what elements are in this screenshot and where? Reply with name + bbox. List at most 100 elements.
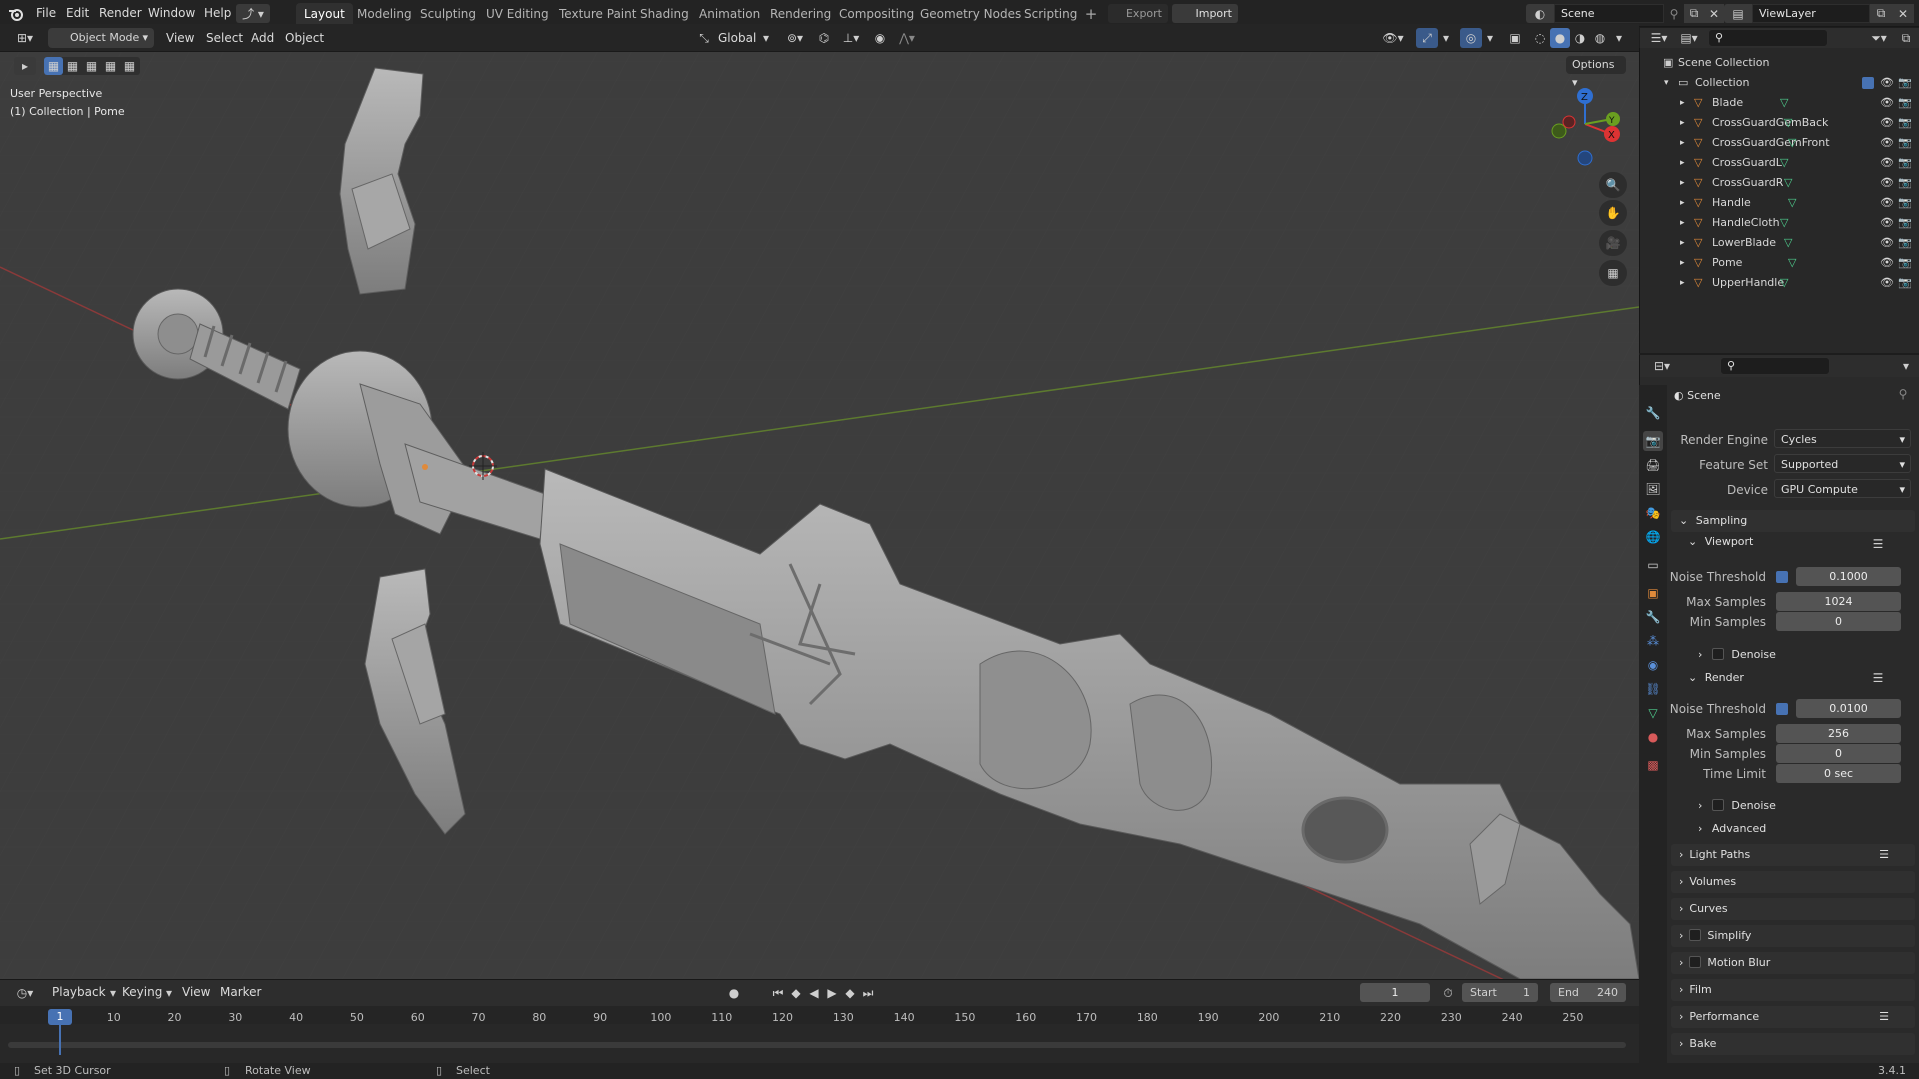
export-button[interactable]: Export — [1108, 4, 1168, 23]
tab-shading[interactable]: Shading — [632, 3, 697, 25]
timeline-menu-marker[interactable]: Marker — [214, 983, 267, 1002]
overlays-toggle-icon[interactable]: ◎ — [1460, 28, 1482, 48]
vp-menu-add[interactable]: Add — [245, 29, 280, 48]
pivot-point-icon[interactable]: ⊚▾ — [780, 28, 810, 48]
tree-row-object[interactable]: ▸ ▽ Blade ▽ 👁 📷 — [1640, 93, 1919, 113]
properties-editor-icon[interactable]: ⊟▾ — [1648, 357, 1676, 375]
select-extend-icon[interactable]: ▦ — [63, 57, 82, 75]
subpanel-viewport[interactable]: ⌄ Viewport — [1688, 535, 1753, 548]
new-scene-icon[interactable]: ⧉ — [1684, 4, 1704, 23]
timeline-editor-icon[interactable]: ◷▾ — [10, 983, 40, 1003]
tool-settings-icon[interactable]: ▸ — [14, 57, 36, 75]
camera-icon[interactable]: 📷 — [1898, 193, 1912, 213]
tab-uv-editing[interactable]: UV Editing — [478, 3, 557, 25]
jump-start-icon[interactable]: ⏮ — [770, 983, 786, 1003]
chevron-right-icon[interactable]: ▸ — [1680, 273, 1685, 293]
render-engine-dropdown[interactable]: Cycles ▾ — [1774, 429, 1911, 448]
render-noise-threshold-checkbox[interactable] — [1776, 703, 1788, 715]
visibility-icon[interactable]: 👁▾ — [1378, 28, 1408, 48]
start-frame-field[interactable]: Start 1 — [1462, 983, 1538, 1002]
panel-collapsed[interactable]: › Performance ☰ — [1671, 1006, 1915, 1028]
select-invert-icon[interactable]: ▦ — [101, 57, 120, 75]
chevron-down-icon[interactable]: ▾ — [1484, 28, 1496, 48]
scene-name-field[interactable]: Scene — [1554, 4, 1664, 23]
view-layer-icon[interactable]: ▤ — [1724, 4, 1752, 23]
render-min-samples-field[interactable]: 0 — [1776, 744, 1901, 763]
presets-list-icon[interactable]: ☰ — [1879, 844, 1889, 866]
playhead-frame-indicator[interactable]: 1 — [48, 1009, 72, 1025]
mesh-data-icon[interactable]: ▽ — [1788, 133, 1796, 153]
xray-toggle-icon[interactable]: ▣ — [1504, 28, 1526, 48]
panel-collapsed[interactable]: › Bake — [1671, 1033, 1915, 1055]
delete-view-layer-icon[interactable]: ✕ — [1892, 4, 1914, 23]
wireframe-shading-icon[interactable]: ◌ — [1530, 28, 1550, 48]
collection-exclude-checkbox[interactable] — [1862, 77, 1874, 89]
transform-orientation-icon[interactable]: ⤡ — [694, 28, 714, 48]
viewport-noise-threshold-checkbox[interactable] — [1776, 571, 1788, 583]
chevron-right-icon[interactable]: ▸ — [1680, 153, 1685, 173]
material-shading-icon[interactable]: ◑ — [1570, 28, 1590, 48]
menu-file[interactable]: File — [30, 4, 62, 23]
tab-animation[interactable]: Animation — [691, 3, 768, 25]
new-view-layer-icon[interactable]: ⧉ — [1870, 4, 1892, 23]
tree-row-object[interactable]: ▸ ▽ UpperHandle ▽ 👁 📷 — [1640, 273, 1919, 293]
editor-type-icon[interactable]: ⊞▾ — [10, 28, 40, 48]
solid-shading-icon[interactable]: ● — [1550, 28, 1570, 48]
timeline-scrollbar[interactable] — [8, 1042, 1626, 1048]
view-layer-field[interactable]: ViewLayer — [1752, 4, 1870, 23]
tree-row-object[interactable]: ▸ ▽ CrossGuardGemFront ▽ 👁 📷 — [1640, 133, 1919, 153]
vp-menu-select[interactable]: Select — [200, 29, 249, 48]
hand-icon[interactable]: ✋ — [1599, 200, 1627, 226]
play-icon[interactable]: ▶ — [824, 983, 840, 1003]
object-mode-dropdown[interactable]: Object Mode ▾ — [48, 28, 154, 48]
chevron-right-icon[interactable]: ▸ — [1680, 113, 1685, 133]
outliner-editor-icon[interactable]: ☰▾ — [1646, 29, 1672, 47]
chevron-right-icon[interactable]: ▸ — [1680, 253, 1685, 273]
output-tab-icon[interactable]: 🖨 — [1643, 455, 1663, 475]
workspace-dropdown-icon[interactable]: ⤴ ▾ — [236, 4, 270, 23]
chevron-right-icon[interactable]: ▸ — [1680, 213, 1685, 233]
chevron-down-icon[interactable]: ▾ — [1664, 73, 1669, 93]
object-tab-icon[interactable]: ▣ — [1643, 583, 1663, 603]
presets-list-icon[interactable]: ☰ — [1868, 669, 1888, 687]
chevron-down-icon[interactable]: ▾ — [1440, 28, 1452, 48]
current-frame-field[interactable]: 1 — [1360, 983, 1430, 1002]
orientation-dropdown[interactable]: Global — [712, 29, 762, 48]
viewport-noise-threshold-field[interactable]: 0.1000 — [1796, 567, 1901, 586]
render-noise-threshold-field[interactable]: 0.0100 — [1796, 699, 1901, 718]
eye-icon[interactable]: 👁 — [1880, 133, 1894, 153]
eye-icon[interactable]: 👁 — [1880, 213, 1894, 233]
snap-target-icon[interactable]: ⊥▾ — [836, 28, 866, 48]
tree-row-object[interactable]: ▸ ▽ HandleCloth ▽ 👁 📷 — [1640, 213, 1919, 233]
vp-menu-object[interactable]: Object — [279, 29, 330, 48]
presets-list-icon[interactable]: ☰ — [1868, 535, 1888, 553]
panel-collapsed[interactable]: › Film — [1671, 979, 1915, 1001]
pin-icon[interactable]: ⚲ — [1664, 4, 1684, 23]
material-tab-icon[interactable]: ● — [1643, 727, 1663, 747]
tool-tab-icon[interactable]: 🔧 — [1643, 403, 1663, 423]
camera-icon[interactable]: 📷 — [1898, 133, 1912, 153]
camera-icon[interactable]: 📷 — [1898, 213, 1912, 233]
tab-geometry-nodes[interactable]: Geometry Nodes — [912, 3, 1029, 25]
jump-end-icon[interactable]: ⏭ — [860, 983, 876, 1003]
camera-icon[interactable]: 📷 — [1898, 73, 1912, 93]
eye-icon[interactable]: 👁 — [1880, 273, 1894, 293]
display-mode-icon[interactable]: ▤▾ — [1676, 29, 1702, 47]
world-tab-icon[interactable]: 🌐 — [1643, 527, 1663, 547]
camera-view-icon[interactable]: 🎥 — [1599, 230, 1627, 256]
mesh-data-icon[interactable]: ▽ — [1784, 173, 1792, 193]
panel-collapsed[interactable]: › Light Paths ☰ — [1671, 844, 1915, 866]
menu-help[interactable]: Help — [198, 4, 237, 23]
filter-icon[interactable]: ⏷▾ — [1866, 29, 1892, 47]
render-max-samples-field[interactable]: 256 — [1776, 724, 1901, 743]
tab-compositing[interactable]: Compositing — [831, 3, 922, 25]
select-intersect-icon[interactable]: ▦ — [120, 57, 139, 75]
menu-window[interactable]: Window — [142, 4, 201, 23]
scene-icon[interactable]: ◐ — [1526, 4, 1554, 23]
viewport-denoise-row[interactable]: › Denoise — [1698, 646, 1776, 661]
3d-viewport[interactable] — [0, 24, 1639, 979]
constraints-tab-icon[interactable]: ⛓ — [1643, 679, 1663, 699]
record-icon[interactable]: ● — [724, 983, 744, 1003]
render-time-limit-field[interactable]: 0 sec — [1776, 764, 1901, 783]
mesh-data-icon[interactable]: ▽ — [1788, 253, 1796, 273]
